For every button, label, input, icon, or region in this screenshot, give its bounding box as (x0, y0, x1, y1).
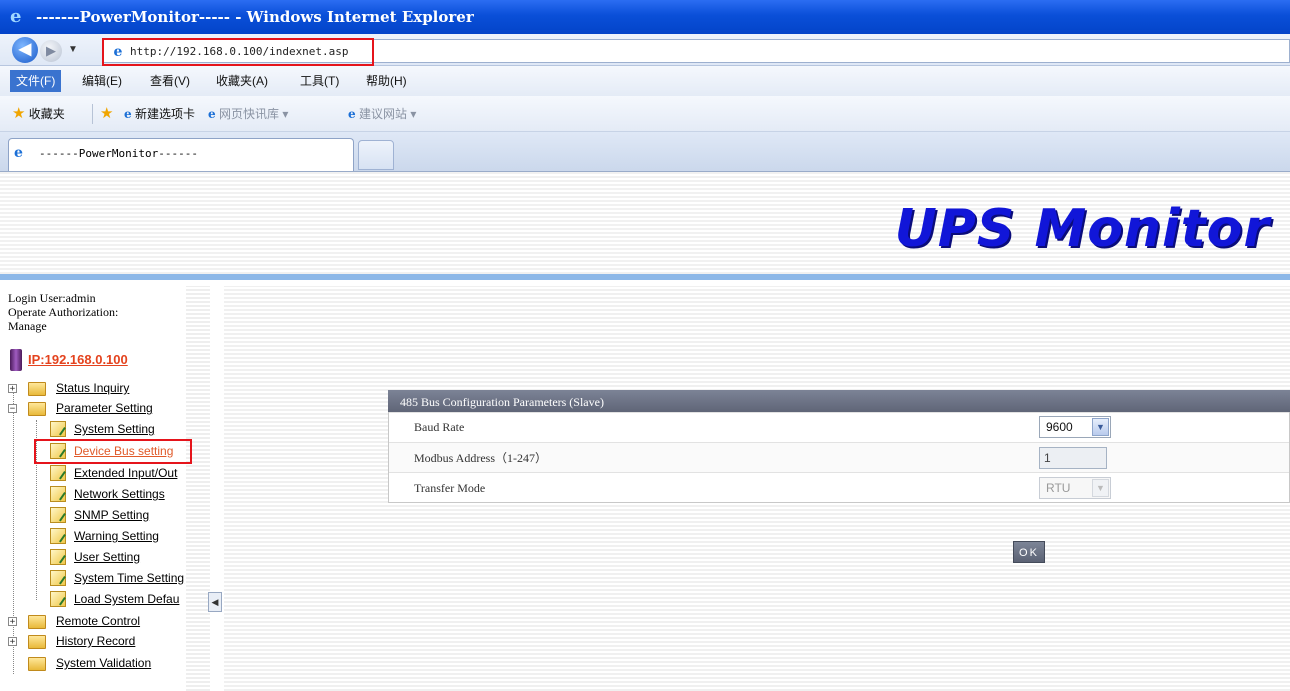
settings-doc-icon (50, 486, 66, 502)
tree-item-label: Parameter Setting (56, 401, 153, 415)
operate-authorization: Operate Authorization: (8, 305, 119, 319)
window-title: -------PowerMonitor----- - Windows Inter… (36, 8, 474, 26)
tree-item-label: System Validation (56, 656, 152, 670)
tree-item-label: Network Settings (74, 487, 165, 501)
tree-item-load-system-default[interactable]: Load System Defau (74, 589, 186, 609)
tree-item-warning-setting[interactable]: Warning Setting (74, 526, 159, 546)
settings-doc-icon (50, 570, 66, 586)
tree-item-system-time-setting[interactable]: System Time Setting (74, 568, 186, 588)
fav-item-label: 网页快讯库 ▾ (218, 107, 289, 121)
tree-item-remote-control[interactable]: Remote Control (56, 611, 140, 631)
settings-doc-icon (50, 507, 66, 523)
separator (92, 104, 93, 124)
tree-item-label: Status Inquiry (56, 381, 130, 395)
tree-item-status-inquiry[interactable]: Status Inquiry (56, 378, 129, 398)
folder-icon (28, 635, 46, 649)
collapse-sidebar-icon[interactable]: ◀ (208, 592, 222, 612)
menu-edit[interactable]: 编辑(E) (76, 70, 128, 92)
tree-item-extended-io[interactable]: Extended Input/Out (74, 463, 186, 483)
new-tab-button[interactable] (358, 140, 394, 170)
folder-icon (28, 657, 46, 671)
tab-active[interactable]: ------PowerMonitor------ (8, 138, 354, 171)
panel-title: 485 Bus Configuration Parameters (Slave) (388, 390, 1290, 412)
login-user: Login User:admin (8, 291, 96, 305)
folder-icon (28, 382, 46, 396)
collapse-icon[interactable]: − (8, 404, 17, 414)
menu-favorites[interactable]: 收藏夹(A) (210, 70, 274, 92)
settings-doc-icon (50, 549, 66, 565)
star-icon: ★ (12, 105, 26, 122)
baud-rate-value: 9600 (1046, 420, 1073, 434)
chevron-down-icon[interactable]: ▼ (1092, 418, 1109, 436)
favorites-button[interactable]: ★ 收藏夹 (12, 104, 65, 124)
menu-file[interactable]: 文件(F) (10, 70, 62, 92)
forward-arrow-icon[interactable]: ▶ (40, 40, 62, 62)
baud-rate-select[interactable]: 9600 ▼ (1039, 416, 1111, 438)
sidebar-gutter (186, 286, 210, 691)
window-title-bar: -------PowerMonitor----- - Windows Inter… (0, 0, 1290, 34)
folder-icon (28, 615, 46, 629)
settings-doc-icon (50, 421, 66, 437)
menu-view[interactable]: 查看(V) (144, 70, 196, 92)
tree-item-label: Remote Control (56, 614, 141, 628)
form-row (389, 412, 1289, 442)
chevron-down-icon: ▼ (1092, 479, 1109, 497)
tree-item-label: SNMP Setting (74, 508, 150, 522)
ie-icon: e (208, 107, 216, 121)
tree-item-history-record[interactable]: History Record (56, 631, 135, 651)
server-icon (10, 349, 22, 371)
favorites-label: 收藏夹 (28, 107, 65, 121)
fav-item-label: 新建选项卡 (134, 107, 195, 121)
tree-line (13, 392, 14, 674)
menu-tools[interactable]: 工具(T) (294, 70, 345, 92)
address-highlight-box (102, 38, 374, 66)
expand-icon[interactable]: + (8, 637, 17, 647)
menu-help[interactable]: 帮助(H) (360, 70, 413, 92)
history-dropdown-icon[interactable]: ▼ (66, 40, 80, 60)
selected-item-highlight (34, 439, 192, 464)
add-favorite-icon[interactable]: ★ (100, 104, 113, 124)
tree-item-network-settings[interactable]: Network Settings (74, 484, 165, 504)
folder-open-icon (28, 402, 46, 416)
ie-icon: e (124, 107, 132, 121)
tree-item-system-setting[interactable]: System Setting (74, 419, 155, 439)
expand-icon[interactable]: + (8, 384, 17, 394)
transfer-mode-value: RTU (1046, 481, 1071, 495)
tree-item-user-setting[interactable]: User Setting (74, 547, 140, 567)
expand-icon[interactable]: + (8, 617, 17, 627)
tree-item-label: Warning Setting (74, 529, 159, 543)
tree-item-label: System Time Setting (74, 571, 185, 585)
tree-item-label: System Setting (74, 422, 155, 436)
back-arrow-icon[interactable]: ◀ (12, 37, 38, 63)
tree-item-label: Load System Defau (74, 592, 180, 606)
tree-item-system-validation[interactable]: System Validation (56, 653, 151, 673)
device-ip-link[interactable]: IP:192.168.0.100 (28, 352, 128, 368)
settings-doc-icon (50, 591, 66, 607)
ok-button[interactable]: OK (1013, 541, 1045, 563)
ie-icon: e (348, 107, 356, 121)
ie-logo-icon: e (10, 6, 22, 27)
form-row (389, 472, 1289, 502)
transfer-mode-select: RTU ▼ (1039, 477, 1111, 499)
modbus-address-input[interactable]: 1 (1039, 447, 1107, 469)
tree-item-label: User Setting (74, 550, 141, 564)
fav-item-web-slice[interactable]: e 网页快讯库 ▾ (208, 104, 288, 124)
fav-item-suggested-sites[interactable]: e 建议网站 ▾ (348, 104, 416, 124)
fav-item-new-tab[interactable]: e 新建选项卡 (124, 104, 195, 124)
settings-doc-icon (50, 528, 66, 544)
authorization-value: Manage (8, 319, 47, 333)
tree-item-snmp-setting[interactable]: SNMP Setting (74, 505, 149, 525)
baud-rate-label: Baud Rate (414, 420, 465, 434)
page-title: UPS Monitor (894, 199, 1270, 259)
tab-ie-icon: e (14, 145, 23, 161)
modbus-address-label: Modbus Address（1-247） (414, 451, 548, 465)
tree-item-parameter-setting[interactable]: Parameter Setting (56, 398, 153, 418)
tree-item-label: Extended Input/Out (74, 466, 178, 480)
fav-item-label: 建议网站 ▾ (358, 107, 417, 121)
transfer-mode-label: Transfer Mode (414, 481, 486, 495)
settings-doc-icon (50, 465, 66, 481)
tree-item-label: History Record (56, 634, 136, 648)
